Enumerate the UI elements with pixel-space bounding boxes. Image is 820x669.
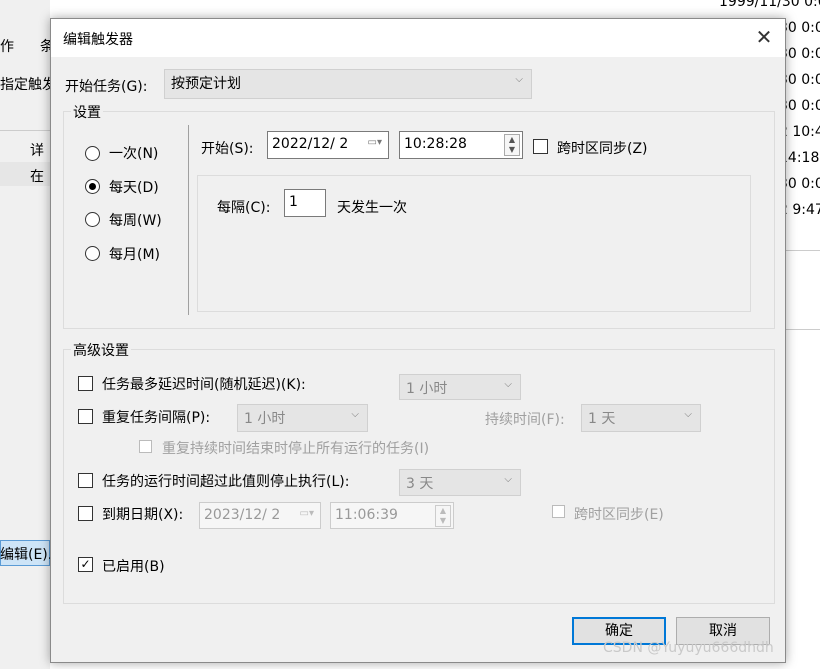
chevron-down-icon: ⌵ — [515, 74, 523, 85]
watermark: CSDN @Yuyuyu666dhdh — [603, 640, 774, 656]
close-icon: ✕ — [755, 25, 773, 49]
every-suffix: 天发生一次 — [337, 200, 407, 216]
sync-timezone-label[interactable]: 跨时区同步(Z) — [557, 138, 648, 158]
stop-longer-value: 3 天 — [406, 476, 434, 492]
radio-daily[interactable] — [85, 179, 100, 194]
radio-once-label[interactable]: 一次(N) — [109, 143, 158, 163]
spinner-up-icon: ▲ — [508, 135, 516, 144]
bg-text: 详 — [30, 143, 44, 159]
repeat-select[interactable]: 1 小时 ⌵ — [237, 404, 368, 432]
expire-time-input[interactable]: 11:06:39 ▲ ▼ — [330, 502, 454, 529]
title-bar: 编辑触发器 ✕ — [51, 19, 785, 57]
bg-date: 1999/11/30 0:0 — [719, 0, 820, 10]
stop-running-label[interactable]: 重复持续时间结束时停止所有运行的任务(I) — [162, 438, 429, 458]
chevron-down-icon: ⌵ — [351, 409, 359, 420]
start-date-picker[interactable]: 2022/12/ 2 ▭▾ — [267, 131, 389, 159]
radio-weekly[interactable] — [85, 212, 100, 227]
stop-running-checkbox[interactable] — [139, 440, 152, 453]
time-spinner[interactable]: ▲ ▼ — [435, 505, 451, 527]
chevron-down-icon: ⌵ — [684, 409, 692, 420]
expire-label[interactable]: 到期日期(X): — [102, 504, 183, 524]
advanced-title: 高级设置 — [71, 340, 131, 360]
every-label: 每隔(C): — [217, 200, 271, 216]
recurrence-panel — [197, 175, 751, 312]
dialog-title: 编辑触发器 — [63, 32, 133, 48]
duration-value: 1 天 — [588, 411, 616, 427]
background-window-left: 作 条 指定触发 详 在 编辑(E). — [0, 0, 56, 669]
time-spinner[interactable]: ▲ ▼ — [504, 134, 520, 156]
chevron-down-icon: ⌵ — [504, 379, 512, 390]
sync-timezone-checkbox[interactable] — [533, 139, 548, 154]
enabled-label[interactable]: 已启用(B) — [102, 556, 165, 576]
start-date-value: 2022/12/ 2 — [272, 136, 349, 152]
expire-time-value: 11:06:39 — [335, 507, 398, 523]
expire-sync-label[interactable]: 跨时区同步(E) — [574, 504, 664, 524]
chevron-down-icon: ⌵ — [504, 474, 512, 485]
repeat-label[interactable]: 重复任务间隔(P): — [102, 407, 210, 427]
radio-monthly[interactable] — [85, 246, 100, 261]
close-button[interactable]: ✕ — [751, 25, 777, 51]
bg-text: 指定触发 — [0, 77, 56, 93]
settings-title: 设置 — [71, 102, 103, 122]
radio-weekly-label[interactable]: 每周(W) — [109, 210, 162, 230]
divider — [0, 130, 50, 131]
spinner-down-icon: ▼ — [439, 516, 447, 525]
delay-value: 1 小时 — [406, 381, 448, 397]
bg-text: 作 — [0, 39, 14, 55]
stop-longer-select[interactable]: 3 天 ⌵ — [399, 469, 521, 496]
delay-checkbox[interactable] — [78, 376, 93, 391]
every-days-value: 1 — [289, 194, 298, 210]
calendar-dropdown-icon: ▭▾ — [299, 508, 314, 519]
edit-trigger-dialog: 编辑触发器 ✕ 开始任务(G): 按预定计划 ⌵ 设置 一次(N) 每天(D) … — [50, 18, 786, 663]
repeat-checkbox[interactable] — [78, 409, 93, 424]
bg-text: 编辑(E). — [0, 547, 53, 563]
calendar-dropdown-icon: ▭▾ — [367, 137, 382, 148]
vertical-divider — [188, 125, 189, 315]
delay-label[interactable]: 任务最多延迟时间(随机延迟)(K): — [102, 374, 306, 394]
start-label: 开始(S): — [201, 141, 254, 157]
repeat-value: 1 小时 — [244, 411, 286, 427]
start-time-value: 10:28:28 — [404, 136, 467, 152]
begin-task-select[interactable]: 按预定计划 ⌵ — [164, 69, 532, 99]
duration-label: 持续时间(F): — [485, 412, 565, 428]
expire-checkbox[interactable] — [78, 506, 93, 521]
start-time-input[interactable]: 10:28:28 ▲ ▼ — [399, 131, 523, 159]
expire-sync-checkbox[interactable] — [552, 505, 565, 518]
enabled-checkbox[interactable]: ✓ — [78, 557, 93, 572]
every-days-input[interactable]: 1 — [284, 189, 326, 217]
stop-longer-label[interactable]: 任务的运行时间超过此值则停止执行(L): — [102, 471, 349, 491]
spinner-down-icon: ▼ — [508, 145, 516, 154]
expire-date-picker[interactable]: 2023/12/ 2 ▭▾ — [199, 502, 321, 529]
radio-once[interactable] — [85, 146, 100, 161]
radio-monthly-label[interactable]: 每月(M) — [109, 244, 160, 264]
expire-date-value: 2023/12/ 2 — [204, 507, 281, 523]
begin-task-value: 按预定计划 — [171, 76, 241, 92]
spinner-up-icon: ▲ — [439, 506, 447, 515]
stop-longer-checkbox[interactable] — [78, 473, 93, 488]
duration-select[interactable]: 1 天 ⌵ — [581, 404, 701, 432]
checkmark-icon: ✓ — [80, 557, 91, 571]
begin-task-label: 开始任务(G): — [65, 79, 148, 95]
bg-text: 在 — [30, 169, 44, 185]
delay-select[interactable]: 1 小时 ⌵ — [399, 374, 521, 400]
radio-daily-label[interactable]: 每天(D) — [109, 177, 159, 197]
